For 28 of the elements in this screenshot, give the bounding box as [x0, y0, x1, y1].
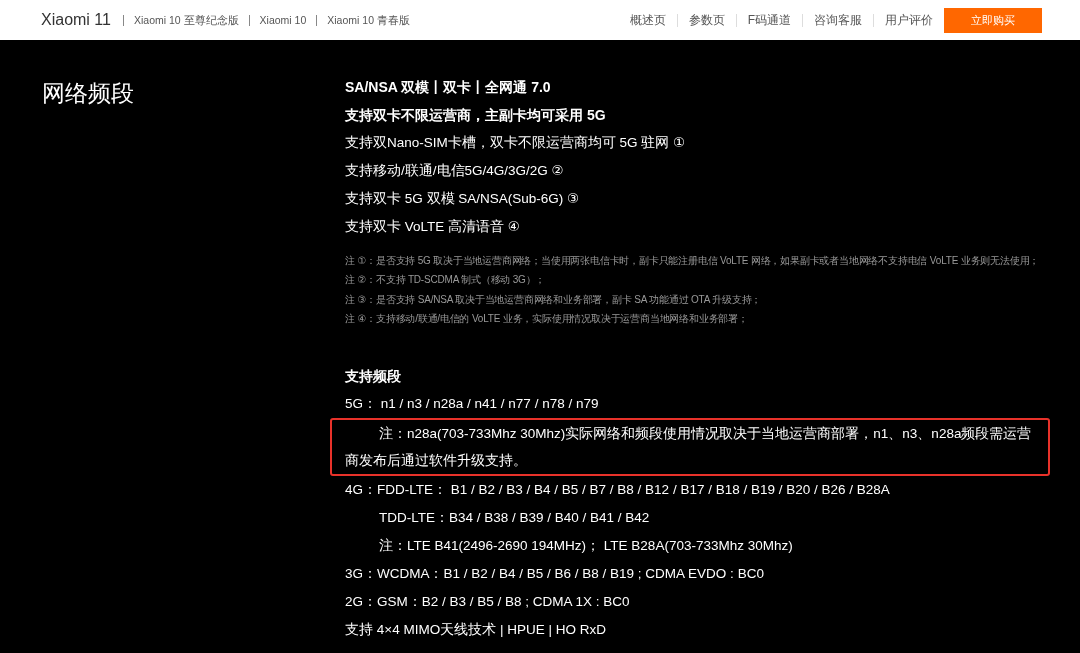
footnote-text: 注 ④：支持移动/联通/电信的 VoLTE 业务，实际使用情况取决于运营商当地网络和业务部署；: [345, 311, 749, 326]
band-text: 4G：FDD-LTE： B1 / B2 / B3 / B4 / B5 / B7 / B8 / B12 / B17 / B18 / B19 / B20 / B26 / B28A: [345, 481, 891, 500]
footnote-text: 注 ③：是否支持 SA/NSA 取决于当地运营商网络和业务部署，副卡 SA 功能通过 OTA 升级支持；: [345, 292, 763, 307]
model-link[interactable]: Xiaomi 10: [248, 14, 317, 26]
model-link[interactable]: Xiaomi 10 青春版: [316, 14, 420, 26]
band-text: TDD-LTE：B34 / B38 / B39 / B40 / B41 / B42: [378, 509, 651, 528]
bands-heading: 支持频段: [345, 367, 402, 387]
feature-text: 支持双Nano-SIM卡槽，双卡不限运营商均可 5G 驻网 ①: [345, 134, 687, 152]
highlighted-note: 注：n28a(703-733Mhz 30Mhz)实际网络和频段使用情况取决于当地运营商部署，n1、n3、n28a频段需运营商发布后通过软件升级支持。: [330, 418, 1050, 477]
band-text: 注：LTE B41(2496-2690 194MHz)； LTE B28A(703-733Mhz 30Mhz): [378, 537, 794, 556]
feature-text: 支持双卡 5G 双模 SA/NSA(Sub-6G) ③: [345, 190, 581, 208]
band-text: 5G： n1 / n3 / n28a / n41 / n77 / n78 / n79: [345, 395, 600, 414]
feature-text: 支持移动/联通/电信5G/4G/3G/2G ②: [345, 162, 565, 180]
model-link[interactable]: Xiaomi 10 至尊纪念版: [122, 14, 249, 26]
product-name: Xiaomi 11: [41, 11, 111, 29]
band-text: 支持 4×4 MIMO天线技术 | HPUE | HO RxD: [345, 621, 607, 640]
feature-text: 支持双卡不限运营商，主副卡均可采用 5G: [345, 106, 607, 125]
feature-text: 支持双卡 VoLTE 高清语音 ④: [345, 218, 521, 236]
nav-link[interactable]: 参数页: [676, 13, 736, 27]
nav-link[interactable]: 咨询客服: [802, 13, 873, 27]
nav-link[interactable]: F码通道: [735, 13, 802, 27]
section-title: 网络频段: [42, 79, 135, 108]
footnote-text: 注 ②：不支持 TD-SCDMA 制式（移动 3G）；: [345, 273, 547, 288]
footnote-text: 注 ①：是否支持 5G 取决于当地运营商网络；当使用两张电信卡时，副卡只能注册电信 VoLTE 网络，如果副卡或者当地网络不支持电信 VoLTE 业务则无法使用；: [345, 254, 1041, 268]
band-text: 2G：GSM：B2 / B3 / B5 / B8 ; CDMA 1X : BC0: [345, 593, 631, 612]
nav-link[interactable]: 概述页: [618, 13, 677, 27]
band-text: 3G：WCDMA：B1 / B2 / B4 / B5 / B6 / B8 / B19 ; CDMA EVDO : BC0: [345, 565, 765, 584]
feature-text: SA/NSA 双模丨双卡丨全网通 7.0: [345, 78, 552, 97]
